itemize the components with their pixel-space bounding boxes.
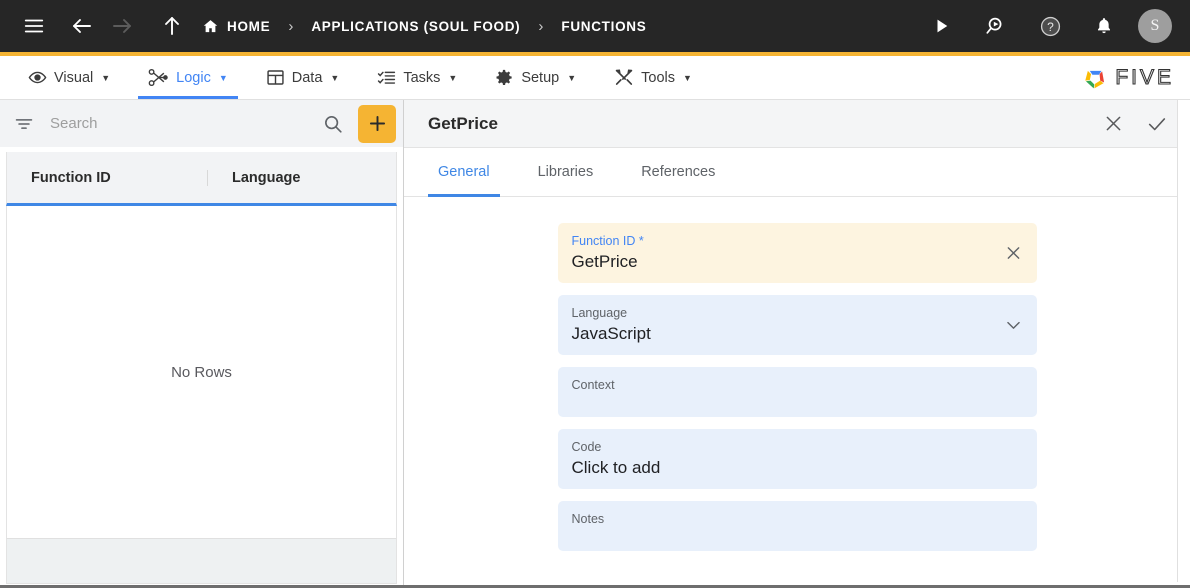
field-notes[interactable]: Notes: [557, 501, 1037, 553]
field-label-code: Code: [571, 440, 602, 454]
run-icon[interactable]: [922, 6, 962, 46]
panel-header: GetPrice: [404, 100, 1190, 148]
menu-item-logic[interactable]: Logic ▼: [134, 56, 242, 99]
breadcrumb-label-home: HOME: [227, 18, 271, 34]
field-code[interactable]: Code Click to add: [557, 429, 1037, 489]
hamburger-menu-icon[interactable]: [14, 6, 54, 46]
field-label-notes: Notes: [571, 512, 605, 526]
chevron-down-icon: ▼: [101, 72, 111, 83]
menu-label-tools: Tools: [641, 69, 675, 86]
field-context[interactable]: Context: [557, 367, 1037, 419]
gear-icon: [495, 68, 514, 87]
table-grid-icon: [266, 68, 285, 87]
tools-wrench-icon: [614, 68, 634, 87]
eye-icon: [28, 68, 47, 87]
tab-label-libraries: Libraries: [537, 164, 594, 180]
menu-label-logic: Logic: [176, 69, 211, 86]
vertical-scrollbar[interactable]: [1177, 100, 1190, 582]
tab-references[interactable]: References: [631, 148, 725, 196]
functions-table-footer: [6, 538, 397, 584]
field-label-language: Language: [571, 306, 628, 320]
panel-tabs: General Libraries References: [404, 148, 1190, 197]
field-label-function-id: Function ID *: [571, 234, 644, 248]
field-language[interactable]: Language JavaScript: [557, 295, 1037, 355]
chevron-down-icon: ▼: [448, 72, 458, 83]
breadcrumb-label-applications: APPLICATIONS (SOUL FOOD): [311, 18, 521, 34]
check-icon[interactable]: [1146, 113, 1168, 135]
menu-item-data[interactable]: Data ▼: [252, 56, 354, 99]
search-bar: [0, 100, 403, 148]
functions-table-body: No Rows: [6, 206, 397, 538]
field-value-notes: [572, 527, 1023, 553]
tab-libraries[interactable]: Libraries: [528, 148, 604, 196]
chevron-down-icon: ▼: [330, 72, 340, 83]
help-icon[interactable]: ?: [1030, 6, 1070, 46]
top-navigation-bar: HOME › APPLICATIONS (SOUL FOOD) › FUNCTI…: [0, 0, 1190, 56]
menu-label-visual: Visual: [54, 69, 94, 86]
breadcrumb-item-home[interactable]: HOME: [202, 18, 270, 35]
add-function-button[interactable]: [358, 104, 396, 143]
tab-general[interactable]: General: [428, 148, 500, 197]
menu-item-tools[interactable]: Tools ▼: [600, 56, 706, 99]
menu-label-tasks: Tasks: [403, 69, 441, 86]
svg-text:?: ?: [1047, 19, 1054, 33]
search-icon[interactable]: [322, 113, 344, 135]
app-window: HOME › APPLICATIONS (SOUL FOOD) › FUNCTI…: [0, 0, 1190, 588]
main-menu-bar: Visual ▼ Logic ▼ Data ▼ Tasks ▼ Setup ▼ …: [0, 56, 1190, 100]
field-function-id[interactable]: Function ID * GetPrice: [557, 223, 1037, 283]
menu-item-visual[interactable]: Visual ▼: [14, 56, 124, 99]
arrow-up-icon[interactable]: [152, 6, 192, 46]
close-icon[interactable]: [1103, 113, 1124, 134]
logic-nodes-icon: [148, 68, 169, 87]
chevron-down-icon: ▼: [218, 72, 228, 83]
chevron-down-icon[interactable]: [1004, 316, 1023, 335]
search-input[interactable]: [42, 115, 314, 132]
functions-table-header: Function ID Language: [6, 152, 397, 206]
brand-logo: FIVE: [1082, 56, 1190, 99]
field-label-context: Context: [571, 378, 615, 392]
function-detail-panel: GetPrice General Libraries References Fu…: [404, 100, 1190, 585]
field-value-code: Click to add: [571, 458, 661, 477]
column-header-language[interactable]: Language: [207, 169, 396, 186]
empty-state-text: No Rows: [171, 363, 232, 381]
clear-x-icon[interactable]: [1004, 244, 1023, 263]
main-body: Function ID Language No Rows GetPrice: [0, 100, 1190, 585]
required-marker: *: [635, 234, 644, 248]
breadcrumb-item-applications[interactable]: APPLICATIONS (SOUL FOOD): [311, 19, 520, 34]
breadcrumb-separator: ›: [288, 17, 294, 35]
task-list-icon: [377, 68, 396, 87]
functions-list-sidebar: Function ID Language No Rows: [0, 100, 404, 585]
chevron-down-icon: ▼: [567, 72, 577, 83]
tab-label-general: General: [438, 164, 490, 180]
page-title: GetPrice: [428, 113, 498, 133]
general-form: Function ID * GetPrice Language JavaScri…: [404, 197, 1190, 585]
brand-name: FIVE: [1115, 65, 1174, 89]
topbar-actions: ? S: [922, 6, 1172, 46]
tab-label-references: References: [641, 164, 716, 180]
search-run-icon[interactable]: [976, 6, 1016, 46]
home-icon: [202, 18, 219, 35]
notifications-bell-icon[interactable]: [1084, 6, 1124, 46]
menu-item-tasks[interactable]: Tasks ▼: [363, 56, 471, 99]
chevron-down-icon: ▼: [683, 72, 692, 83]
field-value-function-id: GetPrice: [571, 252, 638, 271]
field-value-language: JavaScript: [571, 324, 651, 343]
arrow-left-icon[interactable]: [62, 6, 102, 46]
menu-item-setup[interactable]: Setup ▼: [481, 56, 590, 99]
column-header-function-id[interactable]: Function ID: [7, 170, 207, 186]
breadcrumb-item-functions[interactable]: FUNCTIONS: [561, 19, 646, 34]
five-pinwheel-icon: [1082, 65, 1108, 91]
breadcrumb-separator-2: ›: [538, 17, 544, 35]
breadcrumb: HOME › APPLICATIONS (SOUL FOOD) › FUNCTI…: [202, 18, 646, 35]
panel-header-actions: [1103, 113, 1168, 135]
arrow-right-icon[interactable]: [102, 6, 142, 46]
menu-label-setup: Setup: [521, 69, 560, 86]
breadcrumb-label-functions: FUNCTIONS: [561, 18, 647, 34]
field-value-context: [572, 393, 1023, 419]
avatar[interactable]: S: [1138, 9, 1172, 43]
menu-label-data: Data: [291, 69, 323, 86]
filter-icon[interactable]: [14, 114, 34, 134]
